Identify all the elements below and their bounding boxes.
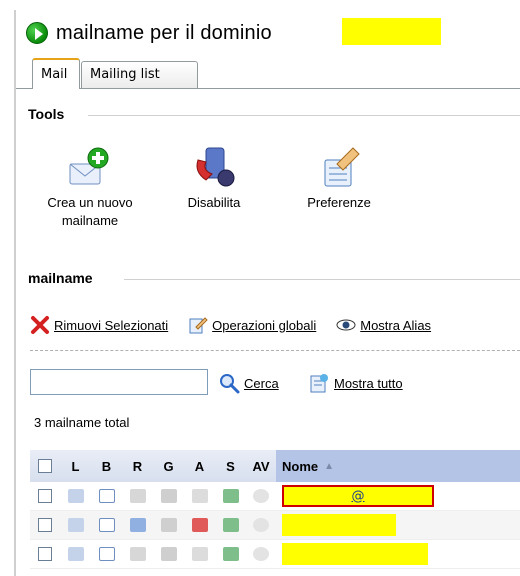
row-checkbox[interactable]	[38, 518, 52, 532]
total-count: 3 mailname total	[34, 415, 130, 430]
redirect-icon[interactable]	[129, 518, 146, 532]
tools-header: Tools	[28, 106, 65, 122]
select-all-checkbox[interactable]	[38, 459, 52, 473]
show-all-icon	[308, 372, 330, 394]
global-operations-icon	[188, 315, 208, 335]
table-row: @	[30, 482, 520, 511]
col-header-l[interactable]: L	[60, 459, 91, 474]
spam-icon[interactable]	[222, 547, 239, 561]
global-operations-label: Operazioni globali	[212, 317, 317, 333]
page-title-row: mailname per il dominio	[26, 20, 272, 46]
tab-mailing-list[interactable]: Mailing list	[81, 61, 198, 88]
table-header: L B R G A S AV Nome ▲	[30, 450, 520, 482]
table-row	[30, 540, 520, 569]
spam-icon[interactable]	[222, 489, 239, 503]
tools-divider	[88, 115, 520, 116]
mailname-text: @	[351, 488, 365, 504]
remove-selected-label: Rimuovi Selezionati	[54, 317, 169, 333]
top-frame	[14, 0, 520, 10]
col-header-nome-label: Nome	[282, 458, 319, 474]
autoresponder-icon[interactable]	[191, 547, 208, 561]
redirect-icon[interactable]	[129, 489, 146, 503]
search-label: Cerca	[244, 375, 279, 391]
spam-icon[interactable]	[222, 518, 239, 532]
autoresponder-icon[interactable]	[191, 518, 208, 532]
antivirus-icon[interactable]	[253, 489, 269, 503]
col-header-b[interactable]: B	[91, 459, 122, 474]
create-mailname-button[interactable]: Crea un nuovo mailname	[34, 146, 146, 230]
envelope-icon[interactable]	[98, 547, 115, 561]
show-all-button[interactable]: Mostra tutto	[308, 372, 403, 394]
col-header-a[interactable]: A	[184, 459, 215, 474]
tab-bar: Mail Mailing list	[24, 58, 520, 89]
mailname-header: mailname	[28, 270, 93, 286]
search-input[interactable]	[30, 369, 208, 395]
remove-selected-button[interactable]: Rimuovi Selezionati	[30, 315, 168, 335]
disable-label: Disabilita	[187, 195, 241, 210]
global-operations-button[interactable]: Operazioni globali	[188, 315, 316, 335]
eye-icon	[336, 315, 356, 335]
play-icon	[26, 22, 48, 44]
sort-ascending-icon: ▲	[324, 460, 335, 472]
row-checkbox[interactable]	[38, 489, 52, 503]
preferences-icon	[317, 146, 361, 188]
disable-icon	[192, 146, 236, 188]
show-alias-label: Mostra Alias	[360, 317, 432, 333]
create-mailname-label-2: mailname	[61, 213, 119, 228]
remove-x-icon	[30, 315, 50, 335]
col-header-nome[interactable]: Nome ▲	[276, 450, 520, 482]
mailname-link[interactable]	[282, 514, 396, 536]
show-alias-button[interactable]: Mostra Alias	[336, 315, 431, 335]
mailbox-icon[interactable]	[67, 547, 84, 561]
group-icon[interactable]	[160, 518, 177, 532]
antivirus-icon[interactable]	[253, 547, 269, 561]
table-row	[30, 511, 520, 540]
mailname-link[interactable]: @	[282, 485, 434, 507]
tab-divider	[16, 88, 520, 89]
group-icon[interactable]	[160, 547, 177, 561]
preferences-label: Preferenze	[307, 195, 371, 210]
autoresponder-icon[interactable]	[191, 489, 208, 503]
disable-button[interactable]: Disabilita	[172, 146, 256, 212]
envelope-icon[interactable]	[98, 518, 115, 532]
mailname-toolbar: Rimuovi Selezionati Operazioni globali M…	[30, 314, 451, 336]
group-icon[interactable]	[160, 489, 177, 503]
envelope-icon[interactable]	[98, 489, 115, 503]
search-button[interactable]: Cerca	[218, 372, 279, 394]
page-title: mailname per il dominio	[56, 21, 272, 44]
mailbox-icon[interactable]	[67, 489, 84, 503]
new-mail-icon	[68, 146, 112, 188]
row-checkbox[interactable]	[38, 547, 52, 561]
col-header-g[interactable]: G	[153, 459, 184, 474]
toolbar-separator	[30, 350, 520, 351]
tab-mail[interactable]: Mail	[32, 58, 80, 89]
mailname-divider	[124, 279, 520, 280]
mailname-table: L B R G A S AV Nome ▲ @	[30, 450, 520, 569]
search-icon	[218, 372, 240, 394]
col-header-av[interactable]: AV	[246, 459, 276, 474]
redirect-icon[interactable]	[129, 547, 146, 561]
col-header-r[interactable]: R	[122, 459, 153, 474]
mailbox-icon[interactable]	[67, 518, 84, 532]
col-header-s[interactable]: S	[215, 459, 246, 474]
create-mailname-label-1: Crea un nuovo	[47, 195, 133, 210]
mailname-link[interactable]	[282, 543, 428, 565]
show-all-label: Mostra tutto	[334, 375, 403, 391]
select-all-checkbox-cell	[30, 459, 60, 473]
domain-name-redacted	[342, 18, 441, 45]
antivirus-icon[interactable]	[253, 518, 269, 532]
preferences-button[interactable]: Preferenze	[296, 146, 382, 212]
